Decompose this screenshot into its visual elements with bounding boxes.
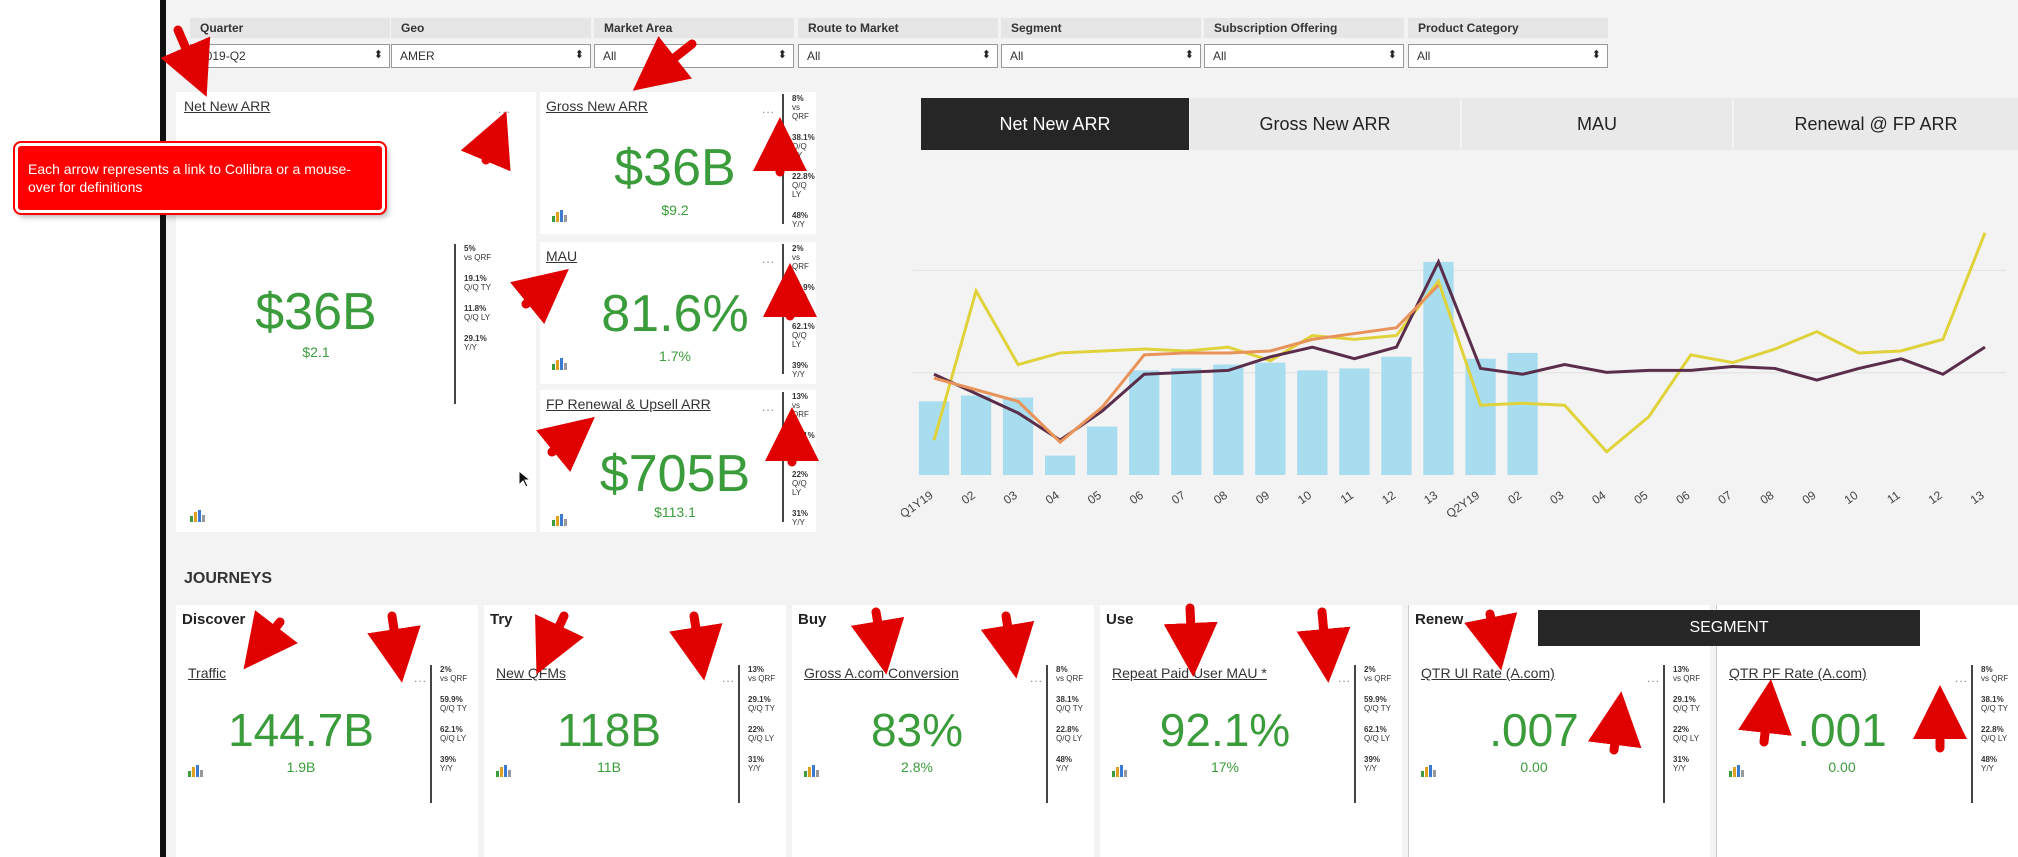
red-arrows-group bbox=[160, 25, 1967, 755]
red-arrow-icon bbox=[510, 268, 569, 324]
red-arrow-icon bbox=[1163, 603, 1218, 677]
dashboard-app: Quarter 2019-Q2 ⬍ Geo AMER ⬍ Market Area A… bbox=[0, 0, 2018, 857]
red-arrow-icon bbox=[850, 607, 905, 675]
red-arrow-icon bbox=[160, 25, 211, 97]
red-arrow-icon bbox=[1587, 691, 1642, 755]
red-arrow-icon bbox=[1738, 679, 1792, 747]
red-arrow-icon bbox=[243, 610, 298, 670]
red-arrow-icon bbox=[1296, 607, 1351, 683]
red-arrow-icon bbox=[669, 611, 723, 681]
red-arrow-icon bbox=[535, 611, 584, 675]
red-arrow-icon bbox=[1464, 609, 1518, 671]
red-arrow-icon bbox=[536, 416, 595, 472]
red-arrow-icon bbox=[367, 611, 421, 683]
red-arrow-icon bbox=[632, 36, 697, 91]
annotation-arrows bbox=[160, 25, 1967, 755]
red-arrow-icon bbox=[980, 611, 1035, 679]
red-arrow-icon bbox=[460, 111, 511, 172]
